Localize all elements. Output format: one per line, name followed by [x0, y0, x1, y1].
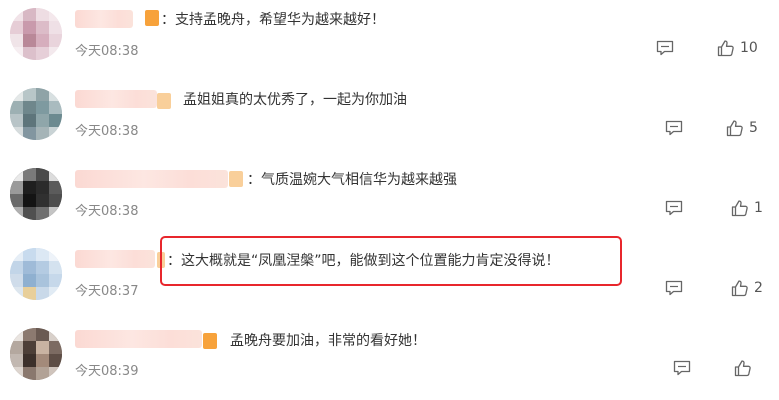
like-count: 5	[749, 120, 758, 136]
thumbs-up-icon	[726, 120, 743, 137]
comment-item: ：支持孟晚舟，希望华为越来越好！ 今天08:38 10	[0, 0, 779, 80]
like-button[interactable]	[734, 358, 757, 378]
avatar[interactable]	[10, 248, 62, 300]
thumbs-up-icon	[731, 280, 748, 297]
like-button[interactable]: 5	[726, 118, 758, 138]
comment-text: 孟晚舟要加油，非常的看好她！	[230, 333, 426, 349]
username-blurred[interactable]	[75, 90, 157, 108]
comment-time: 今天08:38	[75, 44, 139, 59]
comment-icon[interactable]	[673, 360, 691, 376]
comment-item: 孟姐姐真的太优秀了，一起为你加油 今天08:38 5	[0, 80, 779, 160]
comment-text: 孟姐姐真的太优秀了，一起为你加油	[183, 92, 407, 108]
comment-icon[interactable]	[665, 280, 683, 296]
comment-item: ：气质温婉大气相信华为越来越强 今天08:38 1	[0, 160, 779, 240]
username-blurred[interactable]	[75, 10, 133, 28]
thumbs-up-icon	[717, 40, 734, 57]
like-count: 2	[754, 280, 763, 296]
vip-badge-icon	[157, 93, 171, 109]
comment-icon[interactable]	[665, 120, 683, 136]
thumbs-up-icon	[731, 200, 748, 217]
username-blurred[interactable]	[75, 330, 202, 348]
thumbs-up-icon	[734, 360, 751, 377]
username-blurred[interactable]	[75, 170, 228, 188]
like-count: 1	[754, 200, 763, 216]
like-button[interactable]: 2	[731, 278, 763, 298]
vip-badge-icon	[229, 171, 243, 187]
like-button[interactable]: 1	[731, 198, 763, 218]
vip-badge-icon	[145, 10, 159, 26]
avatar[interactable]	[10, 8, 62, 60]
comment-time: 今天08:38	[75, 124, 139, 139]
comment-time: 今天08:39	[75, 364, 139, 379]
comment-icon[interactable]	[656, 40, 674, 56]
vip-badge-icon	[203, 333, 217, 349]
avatar[interactable]	[10, 168, 62, 220]
username-blurred[interactable]	[75, 250, 155, 268]
avatar[interactable]	[10, 88, 62, 140]
comment-item: 孟晚舟要加油，非常的看好她！ 今天08:39	[0, 320, 779, 400]
comment-text: ：支持孟晚舟，希望华为越来越好！	[161, 12, 385, 28]
comment-text: ：气质温婉大气相信华为越来越强	[247, 172, 457, 188]
comment-time: 今天08:37	[75, 284, 139, 299]
like-count: 10	[740, 40, 758, 56]
comment-icon[interactable]	[665, 200, 683, 216]
like-button[interactable]: 10	[717, 38, 758, 58]
comment-time: 今天08:38	[75, 204, 139, 219]
highlight-annotation-box	[160, 236, 622, 286]
avatar[interactable]	[10, 328, 62, 380]
